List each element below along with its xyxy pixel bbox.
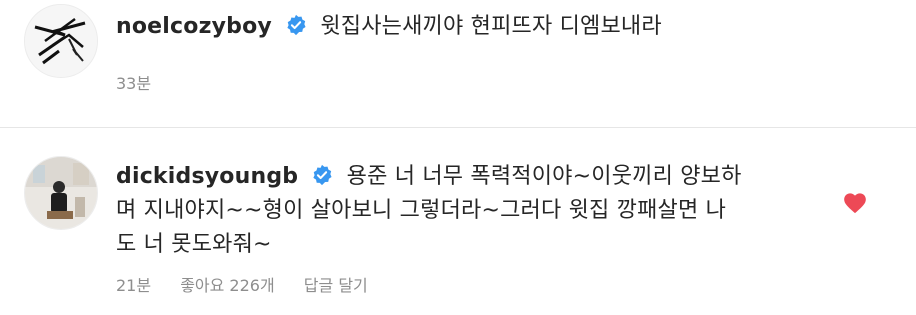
avatar[interactable] — [24, 4, 98, 78]
comment-time: 21분 — [116, 276, 152, 295]
comment-text-line: 용준 너 너무 폭력적이야~이웃끼리 양보하 — [346, 164, 742, 189]
comment-time: 33분 — [116, 74, 152, 93]
comment-text-line: 도 너 못도와줘~ — [116, 232, 272, 257]
heart-icon[interactable] — [842, 190, 868, 214]
likes-count[interactable]: 좋아요 226개 — [180, 276, 275, 295]
divider — [0, 127, 916, 128]
comment-item: dickidsyoungb 용준 너 너무 폭력적이야~이웃끼리 양보하 며 지… — [0, 132, 916, 315]
comment-meta: 33분 — [116, 70, 175, 94]
avatar-image — [25, 5, 97, 77]
verified-badge-icon — [313, 164, 332, 186]
comment-body: dickidsyoungb 용준 너 너무 폭력적이야~이웃끼리 양보하 며 지… — [116, 160, 826, 262]
comment-username[interactable]: dickidsyoungb — [116, 164, 298, 189]
comment-body: noelcozyboy 윗집사는새끼야 현피뜨자 디엠보내라 — [116, 10, 826, 44]
avatar[interactable] — [24, 156, 98, 230]
comment-meta: 21분 좋아요 226개 답글 달기 — [116, 272, 392, 296]
reply-button[interactable]: 답글 달기 — [304, 276, 368, 295]
comment-username[interactable]: noelcozyboy — [116, 14, 272, 39]
avatar-image — [25, 157, 97, 229]
verified-badge-icon — [287, 14, 306, 36]
comment-text: 윗집사는새끼야 현피뜨자 디엠보내라 — [320, 14, 662, 39]
comment-text-line: 며 지내야지~~형이 살아보니 그렇더라~그러다 윗집 깡패살면 나 — [116, 198, 727, 223]
comment-item: noelcozyboy 윗집사는새끼야 현피뜨자 디엠보내라 33분 — [0, 0, 916, 126]
